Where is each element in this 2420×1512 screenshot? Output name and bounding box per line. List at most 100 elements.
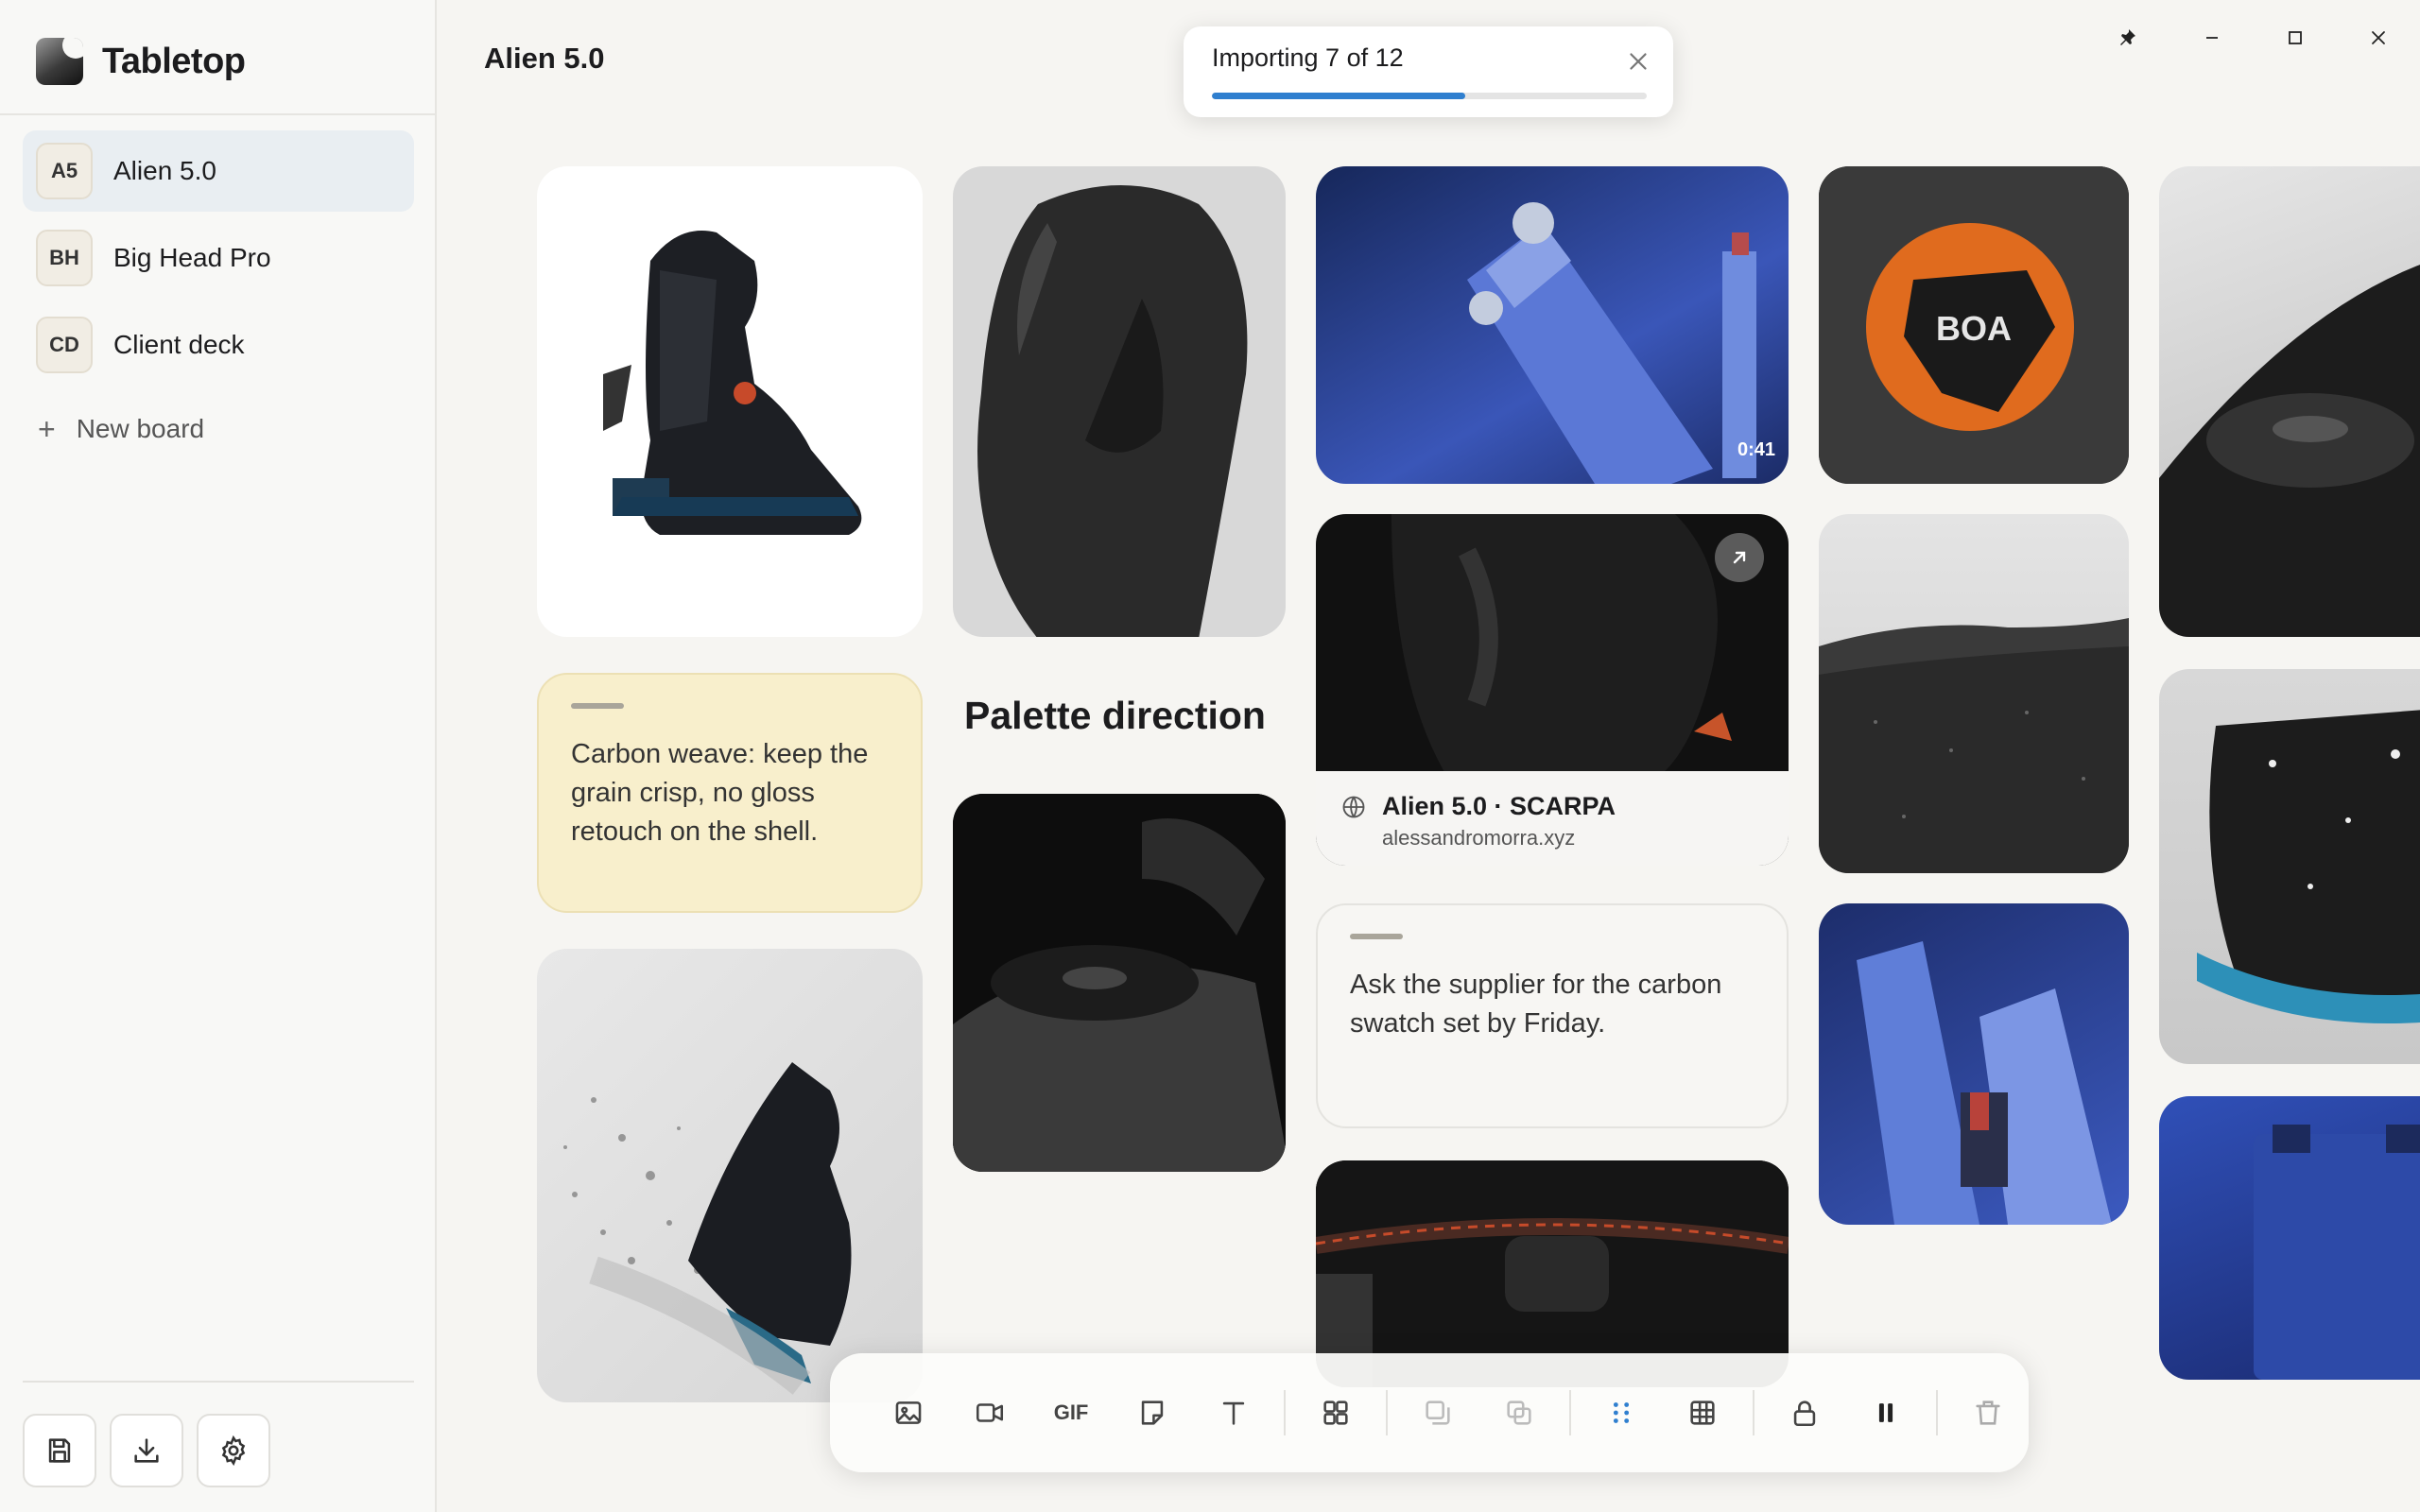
sticky-note-icon bbox=[1141, 1400, 1164, 1425]
link-card-scarpa[interactable]: Alien 5.0 · SCARPA alessandromorra.xyz bbox=[1316, 514, 1789, 866]
note-drag-handle[interactable] bbox=[571, 703, 624, 709]
image-card-texture-shape[interactable] bbox=[953, 166, 1286, 637]
toolbar-separator bbox=[1386, 1390, 1388, 1435]
add-gif-button[interactable]: GIF bbox=[1030, 1371, 1112, 1454]
close-window-button[interactable] bbox=[2358, 17, 2399, 59]
send-backward-button[interactable] bbox=[1478, 1371, 1560, 1454]
sidebar-divider bbox=[0, 113, 435, 115]
note-text: Ask the supplier for the carbon swatch s… bbox=[1350, 970, 1722, 1039]
board-list: A5 Alien 5.0 BH Big Head Pro CD Client d… bbox=[23, 130, 414, 467]
sole-snow-image bbox=[2197, 710, 2420, 1023]
save-button[interactable] bbox=[23, 1414, 96, 1487]
table-grid-button[interactable] bbox=[1662, 1371, 1743, 1454]
sidebar-item-alien-5[interactable]: A5 Alien 5.0 bbox=[23, 130, 414, 212]
image-card-sole-snow[interactable] bbox=[2159, 669, 2420, 1064]
board-badge: BH bbox=[36, 230, 93, 286]
board-title: Alien 5.0 bbox=[484, 42, 605, 75]
import-status-text: Importing 7 of 12 bbox=[1212, 43, 1404, 72]
app-logo-icon bbox=[36, 38, 83, 85]
maximize-icon bbox=[2289, 31, 2302, 44]
sidebar-item-big-head-pro[interactable]: BH Big Head Pro bbox=[23, 217, 414, 299]
image-card-bottles[interactable] bbox=[1819, 903, 2129, 1225]
grid-four-icon bbox=[1323, 1400, 1348, 1425]
new-board-label: New board bbox=[76, 414, 205, 443]
board-badge: CD bbox=[36, 317, 93, 373]
board-badge: A5 bbox=[36, 143, 93, 199]
video-duration: 0:41 bbox=[1737, 439, 1775, 460]
image-card-bottle-label[interactable] bbox=[2159, 1096, 2420, 1380]
add-text-button[interactable] bbox=[1193, 1371, 1274, 1454]
sidebar-actions bbox=[23, 1414, 270, 1487]
import-progress-fill bbox=[1212, 93, 1466, 99]
boot-snow-image bbox=[563, 1062, 852, 1395]
ski-boot-image bbox=[603, 231, 862, 535]
video-card-bottle[interactable]: 0:41 bbox=[1316, 166, 1789, 484]
app-brand: Tabletop bbox=[36, 36, 246, 87]
image-card-boot-snow[interactable] bbox=[537, 949, 923, 1402]
note-text: Carbon weave: keep the grain crisp, no g… bbox=[571, 739, 869, 847]
table-icon bbox=[1690, 1400, 1715, 1425]
link-title: Alien 5.0 · SCARPA bbox=[1382, 792, 1616, 820]
video-icon bbox=[976, 1403, 1004, 1422]
bring-forward-button[interactable] bbox=[1397, 1371, 1478, 1454]
import-toast: Importing 7 of 12 bbox=[1184, 26, 1673, 117]
image-card-boa-dial[interactable] bbox=[953, 794, 1286, 1172]
grain-texture-image bbox=[1819, 618, 2129, 873]
pause-icon bbox=[1878, 1403, 1893, 1422]
link-caption: Alien 5.0 · SCARPA alessandromorra.xyz bbox=[1316, 771, 1789, 866]
toolbar-separator bbox=[1753, 1390, 1754, 1435]
lock-icon bbox=[1793, 1400, 1816, 1427]
minimize-window-button[interactable] bbox=[2191, 17, 2233, 59]
settings-button[interactable] bbox=[197, 1414, 270, 1487]
section-heading[interactable]: Palette direction bbox=[964, 694, 1266, 738]
toolbar-separator bbox=[1569, 1390, 1571, 1435]
add-image-button[interactable] bbox=[868, 1371, 949, 1454]
lock-button[interactable] bbox=[1764, 1371, 1845, 1454]
sidebar-item-client-deck[interactable]: CD Client deck bbox=[23, 304, 414, 386]
bottle-label-image bbox=[2254, 1125, 2420, 1380]
close-icon bbox=[2372, 31, 2385, 44]
plus-icon: + bbox=[38, 411, 56, 446]
text-icon bbox=[1222, 1401, 1245, 1425]
dot-grid-icon bbox=[1613, 1402, 1630, 1423]
image-card-boa-logo[interactable]: BOA bbox=[1819, 166, 2129, 484]
minimize-icon bbox=[2206, 37, 2218, 39]
download-icon bbox=[134, 1438, 159, 1463]
note-drag-handle[interactable] bbox=[1350, 934, 1403, 939]
link-domain: alessandromorra.xyz bbox=[1382, 826, 1576, 850]
sidebar-bottom-divider bbox=[23, 1381, 414, 1383]
bottle-video-thumbnail bbox=[1467, 202, 1756, 484]
send-backward-icon bbox=[1507, 1400, 1531, 1425]
boa-logo-text: BOA bbox=[1936, 309, 2012, 348]
canvas-toolbar: GIF bbox=[830, 1353, 2029, 1472]
dot-grid-button[interactable] bbox=[1581, 1371, 1662, 1454]
delete-button[interactable] bbox=[1947, 1371, 2029, 1454]
textured-shape-image bbox=[977, 185, 1248, 637]
toolbar-separator bbox=[1284, 1390, 1287, 1435]
add-video-button[interactable] bbox=[949, 1371, 1030, 1454]
image-card-dial-closeup[interactable] bbox=[2159, 166, 2420, 637]
pause-button[interactable] bbox=[1845, 1371, 1927, 1454]
pin-icon bbox=[2120, 29, 2135, 45]
toolbar-separator bbox=[1936, 1390, 1938, 1435]
maximize-window-button[interactable] bbox=[2274, 17, 2316, 59]
sticky-note-carbon[interactable]: Carbon weave: keep the grain crisp, no g… bbox=[537, 673, 923, 913]
board-label: Alien 5.0 bbox=[113, 156, 216, 185]
bottles-image bbox=[1857, 941, 2112, 1225]
new-board-button[interactable]: + New board bbox=[23, 391, 414, 467]
arrow-up-right-icon bbox=[1733, 551, 1746, 564]
add-note-button[interactable] bbox=[1112, 1371, 1193, 1454]
boa-dial-image bbox=[953, 794, 1286, 1172]
import-progress-bar bbox=[1212, 93, 1647, 99]
app-name: Tabletop bbox=[102, 41, 246, 81]
open-link-button[interactable] bbox=[1715, 533, 1764, 582]
pin-window-button[interactable] bbox=[2106, 17, 2148, 59]
image-card-grain[interactable] bbox=[1819, 514, 2129, 873]
toast-close-icon[interactable] bbox=[1624, 47, 1652, 76]
trash-icon bbox=[1976, 1400, 2000, 1425]
download-button[interactable] bbox=[110, 1414, 183, 1487]
group-button[interactable] bbox=[1295, 1371, 1376, 1454]
image-card-boot[interactable] bbox=[537, 166, 923, 637]
sticky-note-supplier[interactable]: Ask the supplier for the carbon swatch s… bbox=[1316, 903, 1789, 1128]
save-icon bbox=[48, 1438, 71, 1463]
